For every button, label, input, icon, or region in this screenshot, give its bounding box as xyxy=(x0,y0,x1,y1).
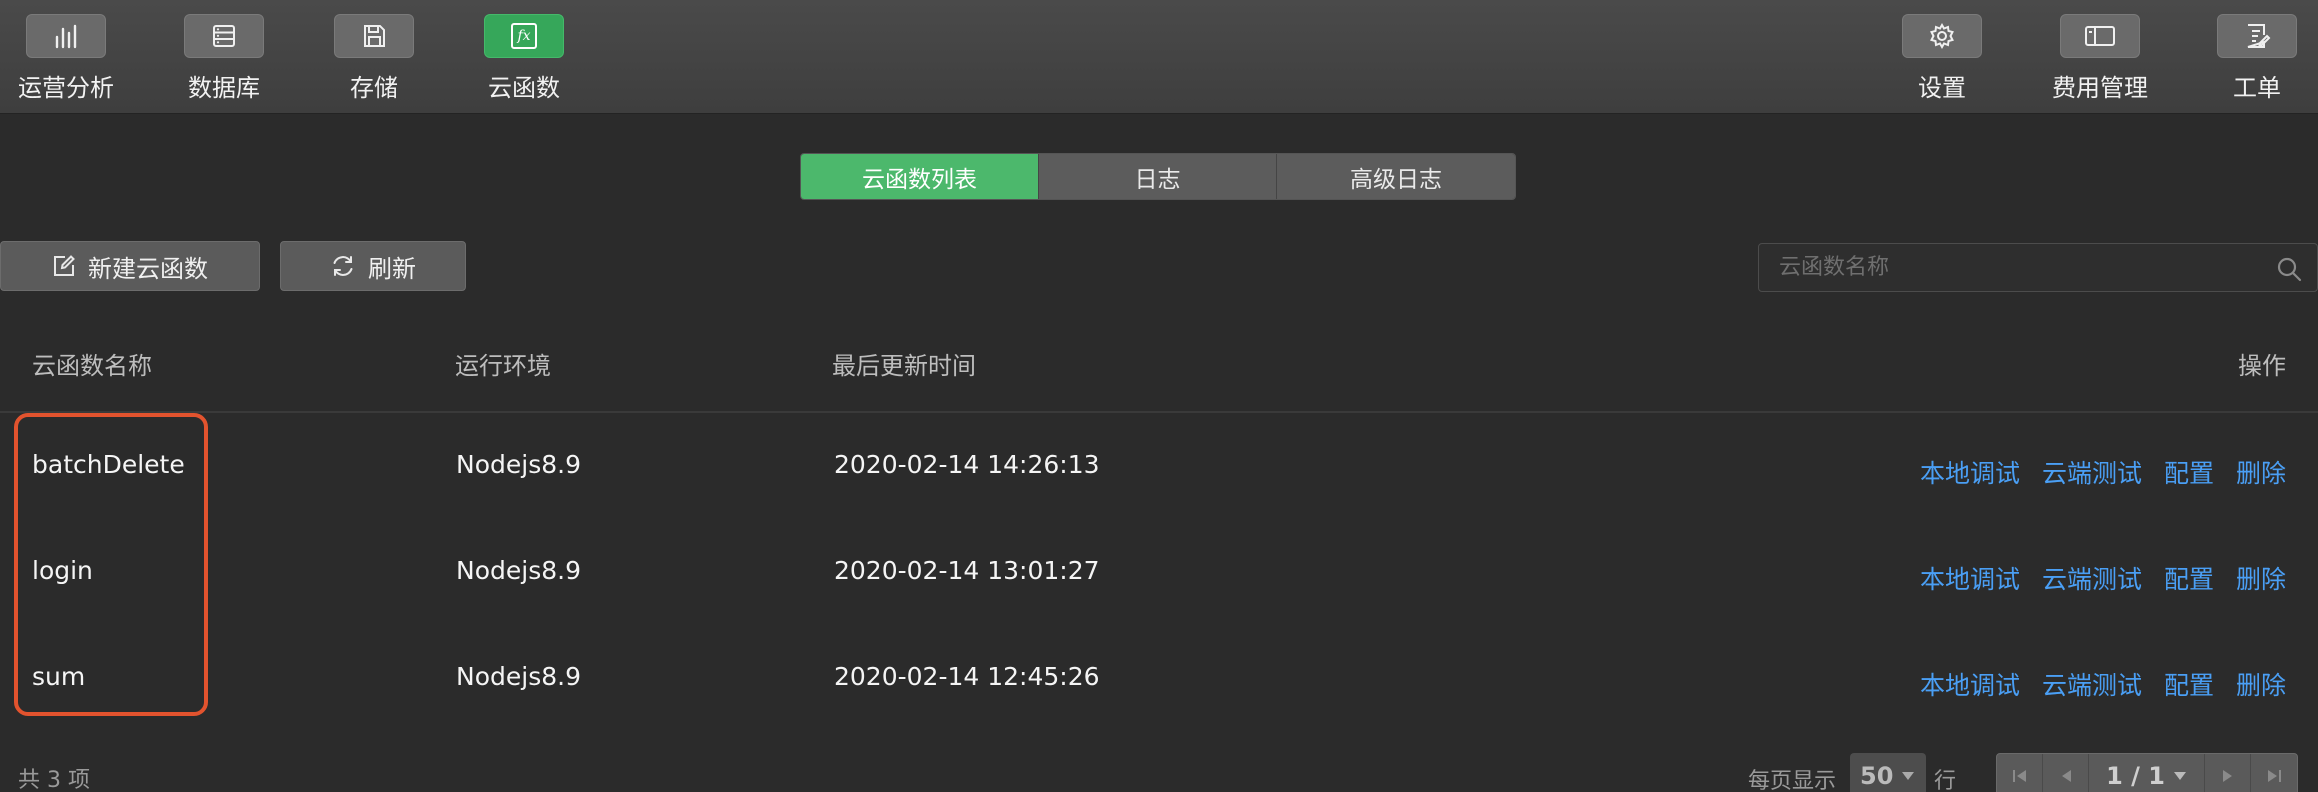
toolbar-button-billing[interactable] xyxy=(2060,14,2140,58)
delete-link[interactable]: 删除 xyxy=(2236,454,2286,490)
toolbar-item-cloud-functions[interactable]: fx 云函数 xyxy=(449,14,599,106)
toolbar-item-tickets[interactable]: 工单 xyxy=(2182,14,2318,106)
top-toolbar: 运营分析 数据库 存储 fx 云函数 设置 费用管理 工单 xyxy=(0,0,2318,114)
row-actions: 本地调试 云端测试 配置 删除 xyxy=(1920,454,2286,490)
header-divider xyxy=(0,411,2318,413)
column-header-updated: 最后更新时间 xyxy=(832,352,976,380)
function-runtime: Nodejs8.9 xyxy=(456,662,581,691)
function-search-input[interactable] xyxy=(1759,244,2317,291)
toolbar-label-cloud-functions: 云函数 xyxy=(488,74,560,102)
tab-logs[interactable]: 日志 xyxy=(1039,154,1277,199)
toolbar-label-tickets: 工单 xyxy=(2233,74,2281,102)
save-icon xyxy=(364,25,385,47)
view-tabs: 云函数列表 日志 高级日志 xyxy=(800,153,1516,200)
toolbar-button-cloud-functions[interactable]: fx xyxy=(484,14,564,58)
function-updated-time: 2020-02-14 13:01:27 xyxy=(834,556,1100,585)
row-actions: 本地调试 云端测试 配置 删除 xyxy=(1920,666,2286,702)
caret-down-icon xyxy=(2173,771,2186,780)
prev-page-icon xyxy=(2061,769,2071,782)
function-runtime: Nodejs8.9 xyxy=(456,450,581,479)
per-page-select[interactable]: 50 xyxy=(1850,753,1926,792)
toolbar-item-settings[interactable]: 设置 xyxy=(1867,14,2017,106)
local-debug-link[interactable]: 本地调试 xyxy=(1920,454,2020,490)
delete-link[interactable]: 删除 xyxy=(2236,666,2286,702)
name-column-highlight xyxy=(14,413,208,716)
toolbar-button-tickets[interactable] xyxy=(2217,14,2297,58)
column-header-runtime: 运行环境 xyxy=(455,352,551,380)
cloud-test-link[interactable]: 云端测试 xyxy=(2042,666,2142,702)
database-icon xyxy=(213,25,235,47)
config-link[interactable]: 配置 xyxy=(2164,454,2214,490)
refresh-icon xyxy=(333,256,353,276)
first-page-button[interactable] xyxy=(1997,754,2043,792)
cloud-test-link[interactable]: 云端测试 xyxy=(2042,454,2142,490)
bar-chart-icon xyxy=(55,24,77,49)
local-debug-link[interactable]: 本地调试 xyxy=(1920,666,2020,702)
row-actions: 本地调试 云端测试 配置 删除 xyxy=(1920,560,2286,596)
toolbar-item-analytics[interactable]: 运营分析 xyxy=(0,14,141,106)
per-page-label: 每页显示 xyxy=(1748,769,1837,792)
per-page-tail: 行 xyxy=(1934,769,1957,792)
new-function-label: 新建云函数 xyxy=(88,254,208,283)
last-page-icon xyxy=(2268,769,2281,782)
card-icon xyxy=(2085,26,2115,46)
local-debug-link[interactable]: 本地调试 xyxy=(1920,560,2020,596)
toolbar-item-billing[interactable]: 费用管理 xyxy=(2025,14,2175,106)
toolbar-button-storage[interactable] xyxy=(334,14,414,58)
config-link[interactable]: 配置 xyxy=(2164,560,2214,596)
toolbar-label-billing: 费用管理 xyxy=(2052,74,2148,102)
caret-down-icon xyxy=(1902,771,1915,780)
column-header-name: 云函数名称 xyxy=(32,352,152,380)
tab-function-list[interactable]: 云函数列表 xyxy=(801,154,1039,199)
function-search xyxy=(1758,243,2318,292)
gear-icon xyxy=(1930,22,1954,50)
first-page-icon xyxy=(2012,769,2026,782)
tab-advanced-logs[interactable]: 高级日志 xyxy=(1277,154,1515,199)
pagination: 1 / 1 xyxy=(1996,753,2298,792)
toolbar-label-database: 数据库 xyxy=(188,74,260,102)
toolbar-label-settings: 设置 xyxy=(1918,74,1966,102)
cloud-test-link[interactable]: 云端测试 xyxy=(2042,560,2142,596)
function-updated-time: 2020-02-14 12:45:26 xyxy=(834,662,1100,691)
toolbar-item-storage[interactable]: 存储 xyxy=(299,14,449,106)
next-page-icon xyxy=(2222,769,2232,782)
edit-icon xyxy=(54,255,75,276)
new-function-button[interactable]: 新建云函数 xyxy=(0,241,260,291)
ticket-icon xyxy=(2247,24,2271,48)
page-indicator[interactable]: 1 / 1 xyxy=(2089,754,2205,792)
refresh-button[interactable]: 刷新 xyxy=(280,241,466,291)
toolbar-button-database[interactable] xyxy=(184,14,264,58)
toolbar-label-storage: 存储 xyxy=(350,74,398,102)
per-page-value: 50 xyxy=(1860,761,1894,790)
search-icon[interactable] xyxy=(2275,255,2303,283)
toolbar-button-settings[interactable] xyxy=(1902,14,1982,58)
fx-icon: fx xyxy=(511,23,537,49)
toolbar-label-analytics: 运营分析 xyxy=(18,74,114,102)
page-info: 1 / 1 xyxy=(2106,761,2165,790)
refresh-label: 刷新 xyxy=(368,254,416,283)
total-count: 共 3 项 xyxy=(18,768,90,792)
function-updated-time: 2020-02-14 14:26:13 xyxy=(834,450,1100,479)
function-runtime: Nodejs8.9 xyxy=(456,556,581,585)
prev-page-button[interactable] xyxy=(2043,754,2089,792)
next-page-button[interactable] xyxy=(2205,754,2251,792)
toolbar-item-database[interactable]: 数据库 xyxy=(149,14,299,106)
delete-link[interactable]: 删除 xyxy=(2236,560,2286,596)
toolbar-button-analytics[interactable] xyxy=(26,14,106,58)
config-link[interactable]: 配置 xyxy=(2164,666,2214,702)
last-page-button[interactable] xyxy=(2251,754,2297,792)
column-header-ops: 操作 xyxy=(2238,352,2286,380)
